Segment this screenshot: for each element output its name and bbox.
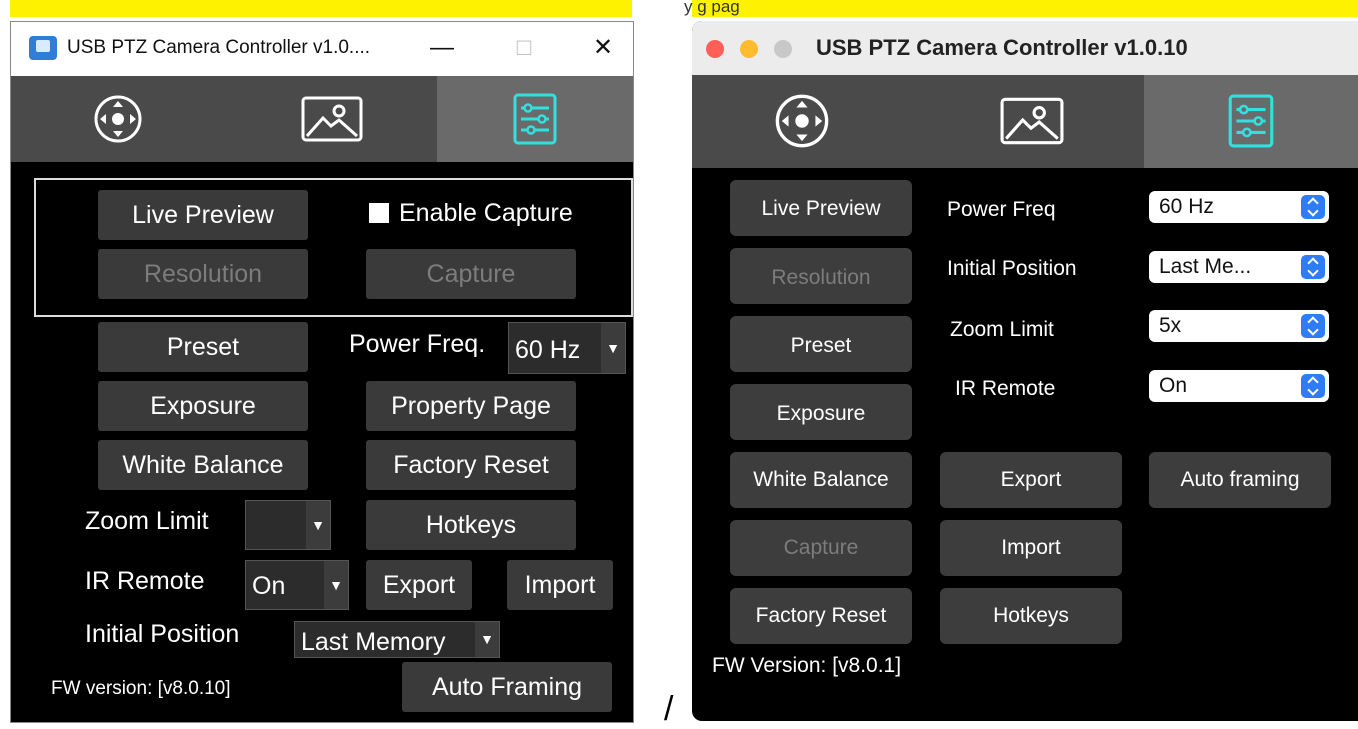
header-text-fragment: y g pag	[684, 0, 740, 16]
power-freq-value: 60 Hz	[1159, 195, 1214, 218]
image-icon	[301, 96, 363, 142]
fw-version-text: FW version: [v8.0.10]	[51, 678, 231, 699]
factory-reset-button[interactable]: Factory Reset	[730, 588, 912, 644]
resolution-button[interactable]: Resolution	[730, 248, 912, 304]
white-balance-button[interactable]: White Balance	[98, 440, 308, 490]
highlight-strip-left	[10, 0, 632, 17]
auto-framing-button[interactable]: Auto Framing	[402, 662, 612, 712]
export-button[interactable]: Export	[940, 452, 1122, 508]
zoom-limit-label: Zoom Limit	[950, 318, 1054, 341]
up-down-chevron-icon	[1301, 374, 1325, 398]
ir-remote-select[interactable]: On ▼	[245, 560, 349, 610]
settings-sliders-icon	[513, 93, 557, 145]
zoom-limit-select[interactable]: 5x	[1149, 310, 1329, 342]
power-freq-select[interactable]: 60 Hz ▼	[508, 322, 626, 374]
power-freq-value: 60 Hz	[515, 336, 581, 364]
preset-button[interactable]: Preset	[730, 316, 912, 372]
up-down-chevron-icon	[1301, 255, 1325, 279]
tab-image[interactable]	[914, 75, 1144, 168]
initial-position-label: Initial Position	[947, 257, 1077, 280]
exposure-button[interactable]: Exposure	[98, 381, 308, 431]
chevron-down-icon: ▼	[601, 323, 625, 373]
capture-button[interactable]: Capture	[730, 520, 912, 576]
ir-remote-label: IR Remote	[955, 377, 1056, 400]
live-preview-button[interactable]: Live Preview	[730, 180, 912, 236]
image-icon	[1000, 97, 1064, 145]
hotkeys-button[interactable]: Hotkeys	[940, 588, 1122, 644]
mac-app-window: USB PTZ Camera Controller v1.0.10 Live P…	[692, 21, 1358, 721]
preset-button[interactable]: Preset	[98, 322, 308, 372]
tab-control[interactable]	[11, 76, 223, 162]
resolution-button[interactable]: Resolution	[98, 249, 308, 299]
auto-framing-button[interactable]: Auto framing	[1149, 452, 1331, 508]
maximize-button[interactable]: □	[498, 28, 550, 68]
up-down-chevron-icon	[1301, 195, 1325, 219]
settings-sliders-icon	[1228, 94, 1274, 148]
factory-reset-button[interactable]: Factory Reset	[366, 440, 576, 490]
power-freq-label: Power Freq	[947, 198, 1056, 221]
title-bar[interactable]: USB PTZ Camera Controller v1.0.10	[692, 21, 1358, 75]
joystick-icon	[775, 94, 829, 148]
initial-position-value: Last Memory	[301, 628, 446, 656]
app-camera-icon	[29, 36, 57, 60]
minimize-button[interactable]	[740, 40, 758, 58]
tab-image[interactable]	[223, 76, 437, 162]
tab-bar	[11, 76, 633, 162]
tab-control[interactable]	[692, 75, 914, 168]
hotkeys-button[interactable]: Hotkeys	[366, 500, 576, 550]
zoom-limit-label: Zoom Limit	[85, 507, 209, 535]
highlight-strip-right	[692, 0, 1358, 17]
settings-panel: Live Preview Enable Capture Resolution C…	[11, 162, 633, 722]
separator-slash: /	[664, 690, 674, 728]
export-button[interactable]: Export	[366, 560, 472, 610]
zoom-limit-select[interactable]: ▼	[245, 500, 331, 550]
windows-app-window: USB PTZ Camera Controller v1.0.... — □ ✕	[10, 21, 634, 723]
window-title: USB PTZ Camera Controller v1.0....	[67, 37, 371, 58]
joystick-icon	[94, 95, 142, 143]
up-down-chevron-icon	[1301, 314, 1325, 338]
minimize-button[interactable]: —	[416, 28, 468, 68]
capture-button[interactable]: Capture	[366, 249, 576, 299]
ir-remote-value: On	[252, 572, 286, 600]
ir-remote-select[interactable]: On	[1149, 370, 1329, 402]
enable-capture-checkbox[interactable]	[369, 203, 389, 223]
live-preview-button[interactable]: Live Preview	[98, 190, 308, 240]
property-page-button[interactable]: Property Page	[366, 381, 576, 431]
ir-remote-label: IR Remote	[85, 567, 205, 595]
fw-version-text: FW Version: [v8.0.1]	[712, 654, 902, 677]
tab-settings[interactable]	[437, 76, 633, 162]
close-button[interactable]: ✕	[577, 28, 629, 68]
tab-bar	[692, 75, 1358, 168]
initial-position-select[interactable]: Last Me...	[1149, 251, 1329, 283]
enable-capture-label: Enable Capture	[399, 199, 573, 227]
initial-position-label: Initial Position	[85, 620, 240, 648]
initial-position-select[interactable]: Last Memory ▼	[294, 621, 500, 658]
ir-remote-value: On	[1159, 374, 1188, 397]
close-button[interactable]	[706, 40, 724, 58]
tab-settings[interactable]	[1144, 75, 1358, 168]
power-freq-label: Power Freq.	[349, 330, 486, 358]
import-button[interactable]: Import	[940, 520, 1122, 576]
zoom-button[interactable]	[774, 40, 792, 58]
chevron-down-icon: ▼	[475, 622, 499, 657]
exposure-button[interactable]: Exposure	[730, 384, 912, 440]
chevron-down-icon: ▼	[306, 501, 330, 549]
window-title: USB PTZ Camera Controller v1.0.10	[816, 35, 1188, 60]
chevron-down-icon: ▼	[324, 561, 348, 609]
zoom-limit-value: 5x	[1159, 314, 1182, 337]
title-bar[interactable]: USB PTZ Camera Controller v1.0.... — □ ✕	[11, 22, 633, 76]
white-balance-button[interactable]: White Balance	[730, 452, 912, 508]
power-freq-select[interactable]: 60 Hz	[1149, 191, 1329, 223]
initial-position-value: Last Me...	[1159, 255, 1252, 278]
import-button[interactable]: Import	[507, 560, 613, 610]
